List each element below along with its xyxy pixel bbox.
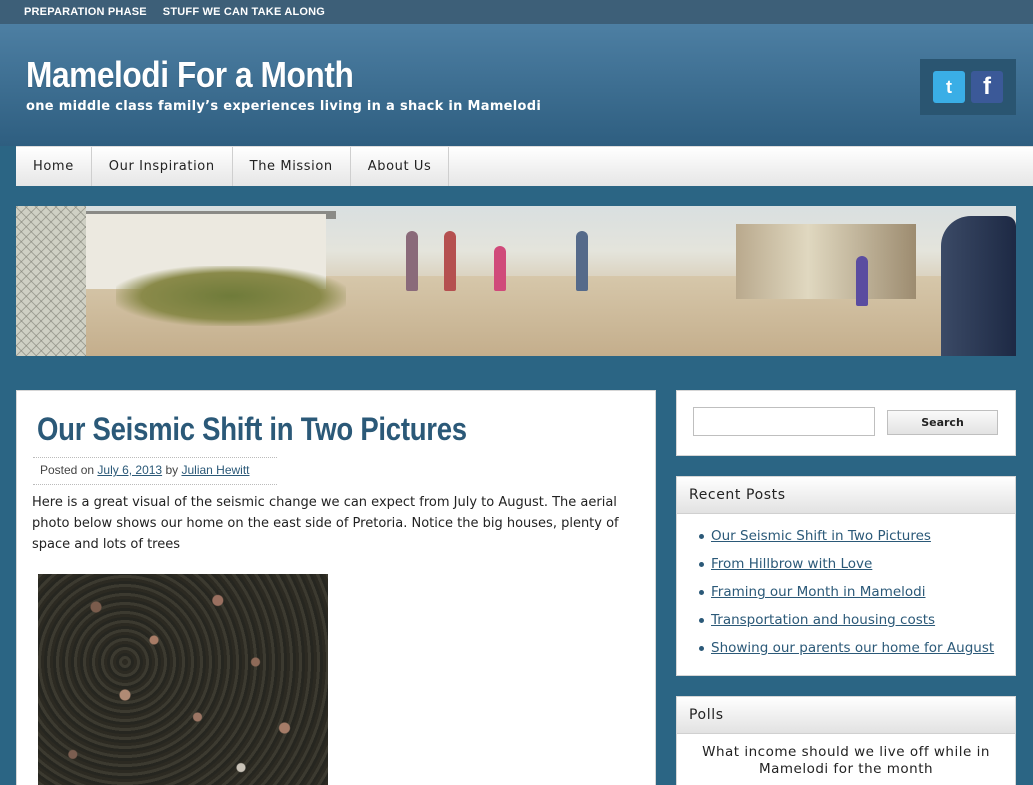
site-header: Mamelodi For a Month one middle class fa… xyxy=(0,24,1033,146)
aerial-photo xyxy=(38,574,328,785)
post-body: Here is a great visual of the seismic ch… xyxy=(32,495,619,552)
post-meta-prefix: Posted on xyxy=(40,463,95,477)
nav-item-our-inspiration[interactable]: Our Inspiration xyxy=(92,147,233,186)
site-tagline: one middle class family’s experiences li… xyxy=(26,99,542,114)
topbar-link-preparation-phase[interactable]: PREPARATION PHASE xyxy=(24,6,147,18)
search-input[interactable] xyxy=(693,407,875,436)
post-article: Our Seismic Shift in Two Pictures Posted… xyxy=(16,390,656,785)
banner-vegetation xyxy=(116,266,346,326)
banner-person xyxy=(406,231,418,291)
search-button[interactable]: Search xyxy=(887,410,998,435)
twitter-icon[interactable]: t xyxy=(933,71,965,103)
polls-heading: Polls xyxy=(677,697,1015,734)
social-links: t f xyxy=(920,59,1016,115)
banner-fence xyxy=(16,206,86,356)
topbar-link-stuff-we-can-take-along[interactable]: STUFF WE CAN TAKE ALONG xyxy=(163,6,325,18)
nav-item-about-us[interactable]: About Us xyxy=(351,147,450,186)
post-meta: Posted on July 6, 2013 by Julian Hewitt xyxy=(33,457,277,485)
list-item: Showing our parents our home for August xyxy=(699,638,1015,666)
recent-post-link[interactable]: Transportation and housing costs xyxy=(711,612,935,628)
list-item: Framing our Month in Mamelodi xyxy=(699,582,1015,610)
list-item: Our Seismic Shift in Two Pictures xyxy=(699,526,1015,554)
polls-widget: Polls What income should we live off whi… xyxy=(676,696,1016,785)
list-item: Transportation and housing costs xyxy=(699,610,1015,638)
nav-item-the-mission[interactable]: The Mission xyxy=(233,147,351,186)
facebook-icon[interactable]: f xyxy=(971,71,1003,103)
recent-posts-widget: Recent Posts Our Seismic Shift in Two Pi… xyxy=(676,476,1016,676)
post-title[interactable]: Our Seismic Shift in Two Pictures xyxy=(37,411,467,448)
post-author-link[interactable]: Julian Hewitt xyxy=(181,463,249,477)
post-date-link[interactable]: July 6, 2013 xyxy=(97,463,162,477)
recent-post-link[interactable]: Showing our parents our home for August xyxy=(711,640,994,656)
banner-person xyxy=(576,231,588,291)
banner-shack xyxy=(736,224,916,299)
recent-posts-heading: Recent Posts xyxy=(677,477,1015,514)
recent-post-link[interactable]: Framing our Month in Mamelodi xyxy=(711,584,926,600)
banner-person xyxy=(494,246,506,291)
banner-person-foreground xyxy=(941,216,1016,356)
post-meta-by: by xyxy=(165,463,179,477)
list-item: From Hillbrow with Love xyxy=(699,554,1015,582)
recent-post-link[interactable]: From Hillbrow with Love xyxy=(711,556,872,572)
recent-post-link[interactable]: Our Seismic Shift in Two Pictures xyxy=(711,528,931,544)
nav-item-home[interactable]: Home xyxy=(16,147,92,186)
recent-posts-list: Our Seismic Shift in Two Pictures From H… xyxy=(677,514,1015,666)
banner-person xyxy=(856,256,868,306)
banner-person xyxy=(444,231,456,291)
top-bar: PREPARATION PHASE STUFF WE CAN TAKE ALON… xyxy=(0,0,1033,24)
header-banner-image xyxy=(16,206,1016,356)
poll-question: What income should we live off while in … xyxy=(702,744,990,777)
main-nav: Home Our Inspiration The Mission About U… xyxy=(16,146,1033,186)
site-title[interactable]: Mamelodi For a Month xyxy=(26,54,354,96)
search-widget: Search xyxy=(676,390,1016,456)
